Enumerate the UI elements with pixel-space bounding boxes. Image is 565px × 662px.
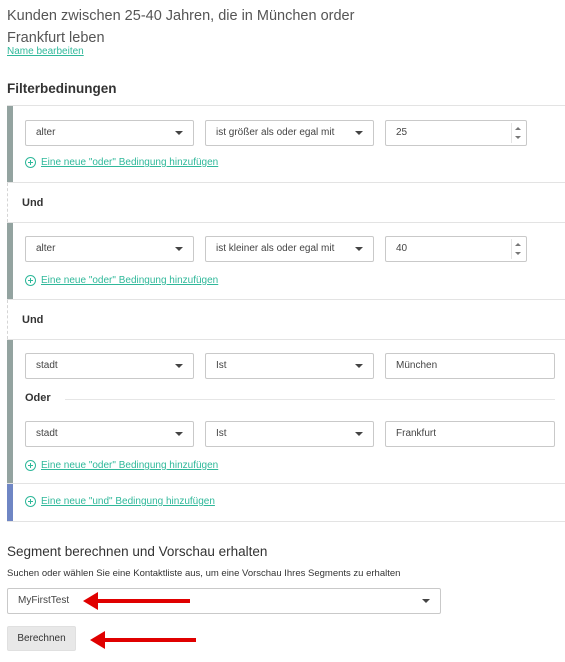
field-select-value: stadt xyxy=(36,428,58,439)
chevron-down-icon xyxy=(355,364,363,368)
and-connector xyxy=(7,183,13,222)
add-or-label: Eine neue "oder" Bedingung hinzufügen xyxy=(41,275,219,286)
add-or-condition-link[interactable]: Eine neue "oder" Bedingung hinzufügen xyxy=(25,157,218,168)
chevron-down-icon xyxy=(355,131,363,135)
number-spinner[interactable] xyxy=(511,239,524,259)
field-select-1[interactable]: alter xyxy=(25,120,194,146)
condition-group-1: alter ist größer als oder egal mit 25 Ei… xyxy=(7,105,565,183)
operator-select-3[interactable]: Ist xyxy=(205,353,374,379)
group-bar xyxy=(7,223,13,299)
annotation-arrow-button xyxy=(90,631,196,649)
add-or-label: Eine neue "oder" Bedingung hinzufügen xyxy=(41,157,219,168)
value-input-text: 25 xyxy=(396,127,408,138)
field-select-4[interactable]: stadt xyxy=(25,421,194,447)
value-input-2[interactable]: 40 xyxy=(385,236,527,262)
filter-section-title: Filterbedinungen xyxy=(7,81,117,96)
operator-select-value: Ist xyxy=(216,360,227,371)
group-bar xyxy=(7,340,13,483)
number-spinner[interactable] xyxy=(511,123,524,143)
group-bar xyxy=(7,106,13,182)
value-input-1[interactable]: 25 xyxy=(385,120,527,146)
add-or-condition-link[interactable]: Eine neue "oder" Bedingung hinzufügen xyxy=(25,275,218,286)
preview-title: Segment berechnen und Vorschau erhalten xyxy=(7,544,268,559)
value-input-text: Frankfurt xyxy=(396,428,437,439)
plus-circle-icon xyxy=(25,275,36,286)
operator-select-1[interactable]: ist größer als oder egal mit xyxy=(205,120,374,146)
or-label: Oder xyxy=(25,392,51,404)
chevron-down-icon xyxy=(175,131,183,135)
contact-list-select[interactable]: MyFirstTest xyxy=(7,588,441,614)
chevron-down-icon xyxy=(422,599,430,603)
add-or-label: Eine neue "oder" Bedingung hinzufügen xyxy=(41,460,219,471)
field-select-value: alter xyxy=(36,243,56,254)
value-input-3[interactable]: München xyxy=(385,353,555,379)
plus-circle-icon xyxy=(25,157,36,168)
field-select-value: alter xyxy=(36,127,56,138)
add-and-condition-link[interactable]: Eine neue "und" Bedingung hinzufügen xyxy=(25,496,215,507)
edit-name-link[interactable]: Name bearbeiten xyxy=(7,46,84,57)
condition-group-2: alter ist kleiner als oder egal mit 40 E… xyxy=(7,222,565,300)
value-input-text: München xyxy=(396,360,438,371)
chevron-down-icon xyxy=(175,364,183,368)
plus-circle-icon xyxy=(25,460,36,471)
value-input-text: 40 xyxy=(396,243,408,254)
and-connector xyxy=(7,300,13,339)
preview-help-text: Suchen oder wählen Sie eine Kontaktliste… xyxy=(7,568,401,579)
chevron-down-icon xyxy=(175,432,183,436)
chevron-down-icon xyxy=(175,247,183,251)
contact-list-value: MyFirstTest xyxy=(18,595,70,606)
operator-select-2[interactable]: ist kleiner als oder egal mit xyxy=(205,236,374,262)
and-label: Und xyxy=(22,197,44,209)
field-select-value: stadt xyxy=(36,360,58,371)
add-or-condition-link[interactable]: Eine neue "oder" Bedingung hinzufügen xyxy=(25,460,218,471)
add-and-group: Eine neue "und" Bedingung hinzufügen xyxy=(7,484,565,522)
operator-select-value: Ist xyxy=(216,428,227,439)
condition-group-3: stadt Ist München Oder stadt Ist Frankfu… xyxy=(7,339,565,484)
field-select-3[interactable]: stadt xyxy=(25,353,194,379)
field-select-2[interactable]: alter xyxy=(25,236,194,262)
chevron-down-icon xyxy=(355,247,363,251)
and-bar xyxy=(7,484,13,521)
operator-select-value: ist größer als oder egal mit xyxy=(216,127,335,138)
operator-select-value: ist kleiner als oder egal mit xyxy=(216,243,335,254)
chevron-down-icon xyxy=(355,432,363,436)
operator-select-4[interactable]: Ist xyxy=(205,421,374,447)
annotation-arrow-list xyxy=(83,592,190,610)
or-divider xyxy=(65,399,555,400)
value-input-4[interactable]: Frankfurt xyxy=(385,421,555,447)
and-label: Und xyxy=(22,314,44,326)
segment-name: Kunden zwischen 25-40 Jahren, die in Mün… xyxy=(7,8,355,46)
plus-circle-icon xyxy=(25,496,36,507)
compute-button[interactable]: Berechnen xyxy=(7,626,76,651)
add-and-label: Eine neue "und" Bedingung hinzufügen xyxy=(41,496,215,507)
